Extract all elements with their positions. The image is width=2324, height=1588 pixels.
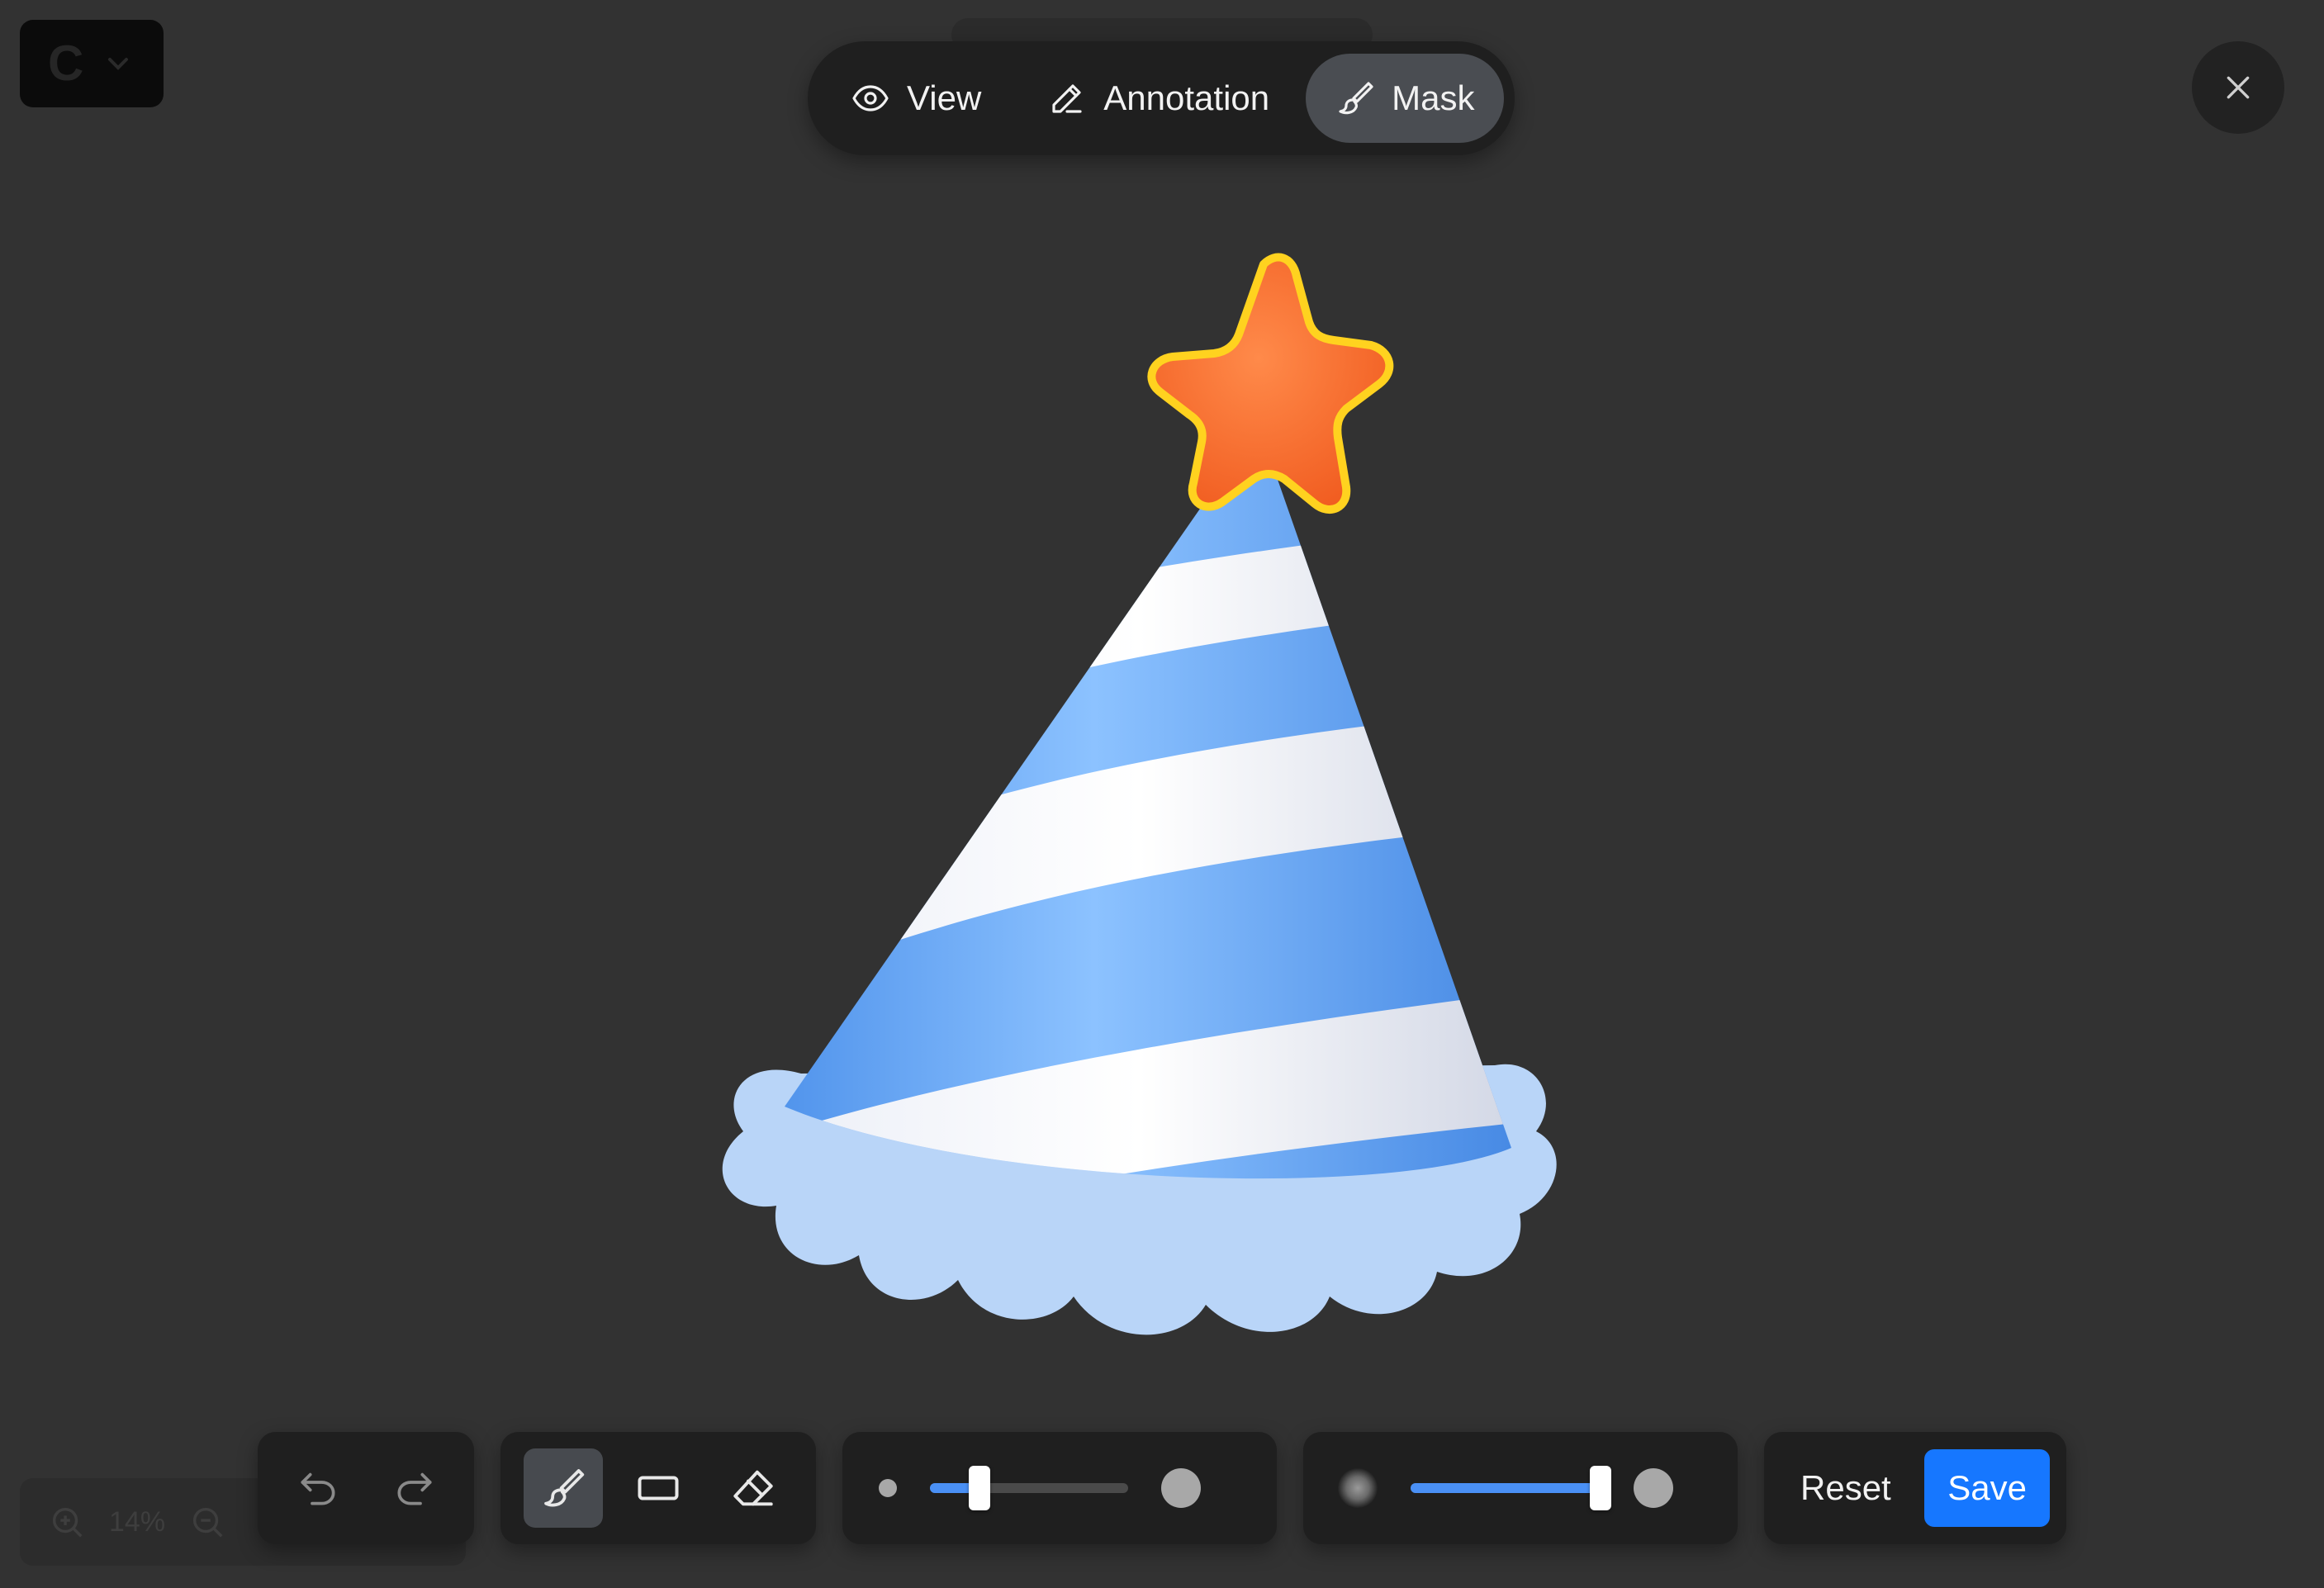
- hard-dot-icon: [1634, 1468, 1673, 1508]
- brush-softness-thumb[interactable]: [1590, 1466, 1611, 1510]
- brush-softness-control: [1303, 1432, 1738, 1544]
- chevron-down-icon: [108, 58, 129, 70]
- pencil-icon: [1052, 84, 1082, 113]
- history-toolbar: [258, 1432, 474, 1544]
- mode-view-button[interactable]: View: [821, 54, 1011, 143]
- mode-annotation-label: Annotation: [1103, 78, 1270, 117]
- close-button[interactable]: [2192, 41, 2284, 134]
- mode-selector: View Annotation Mask: [808, 41, 1515, 155]
- brush-size-thumb[interactable]: [969, 1466, 990, 1510]
- zoom-in-icon[interactable]: [48, 1503, 86, 1541]
- eraser-icon: [733, 1470, 773, 1506]
- mode-mask-label: Mask: [1392, 78, 1475, 117]
- mask-actions: Reset Save: [1764, 1432, 2066, 1544]
- rectangle-tool-button[interactable]: [619, 1448, 698, 1528]
- mode-mask-button[interactable]: Mask: [1306, 54, 1505, 143]
- brush-softness-fill: [1411, 1483, 1601, 1493]
- brush-icon: [543, 1469, 584, 1507]
- zoom-level: 14%: [109, 1505, 166, 1538]
- soft-dot-icon: [1338, 1468, 1378, 1508]
- close-icon: [2227, 76, 2250, 99]
- brush-softness-slider[interactable]: [1411, 1466, 1611, 1510]
- mode-view-label: View: [907, 78, 982, 117]
- small-dot-icon: [879, 1479, 897, 1497]
- zoom-out-icon[interactable]: [188, 1503, 226, 1541]
- undo-button[interactable]: [278, 1448, 358, 1528]
- save-button[interactable]: Save: [1924, 1449, 2050, 1527]
- brush-size-control: [842, 1432, 1277, 1544]
- workspace-menu[interactable]: C: [20, 20, 164, 107]
- brush-size-slider[interactable]: [930, 1466, 1128, 1510]
- brush-tool-button[interactable]: [523, 1448, 603, 1528]
- undo-icon: [300, 1472, 335, 1505]
- redo-icon: [396, 1472, 432, 1505]
- mode-annotation-button[interactable]: Annotation: [1017, 54, 1299, 143]
- brush-icon: [1339, 82, 1373, 115]
- redo-button[interactable]: [375, 1448, 454, 1528]
- rectangle-icon: [638, 1476, 679, 1500]
- large-dot-icon: [1161, 1468, 1201, 1508]
- eye-icon: [852, 85, 889, 111]
- mask-tools-toolbar: [500, 1432, 816, 1544]
- party-hat-image[interactable]: [685, 239, 1594, 1379]
- eraser-tool-button[interactable]: [714, 1448, 793, 1528]
- reset-button[interactable]: Reset: [1776, 1468, 1916, 1508]
- logo-icon: C: [48, 36, 84, 91]
